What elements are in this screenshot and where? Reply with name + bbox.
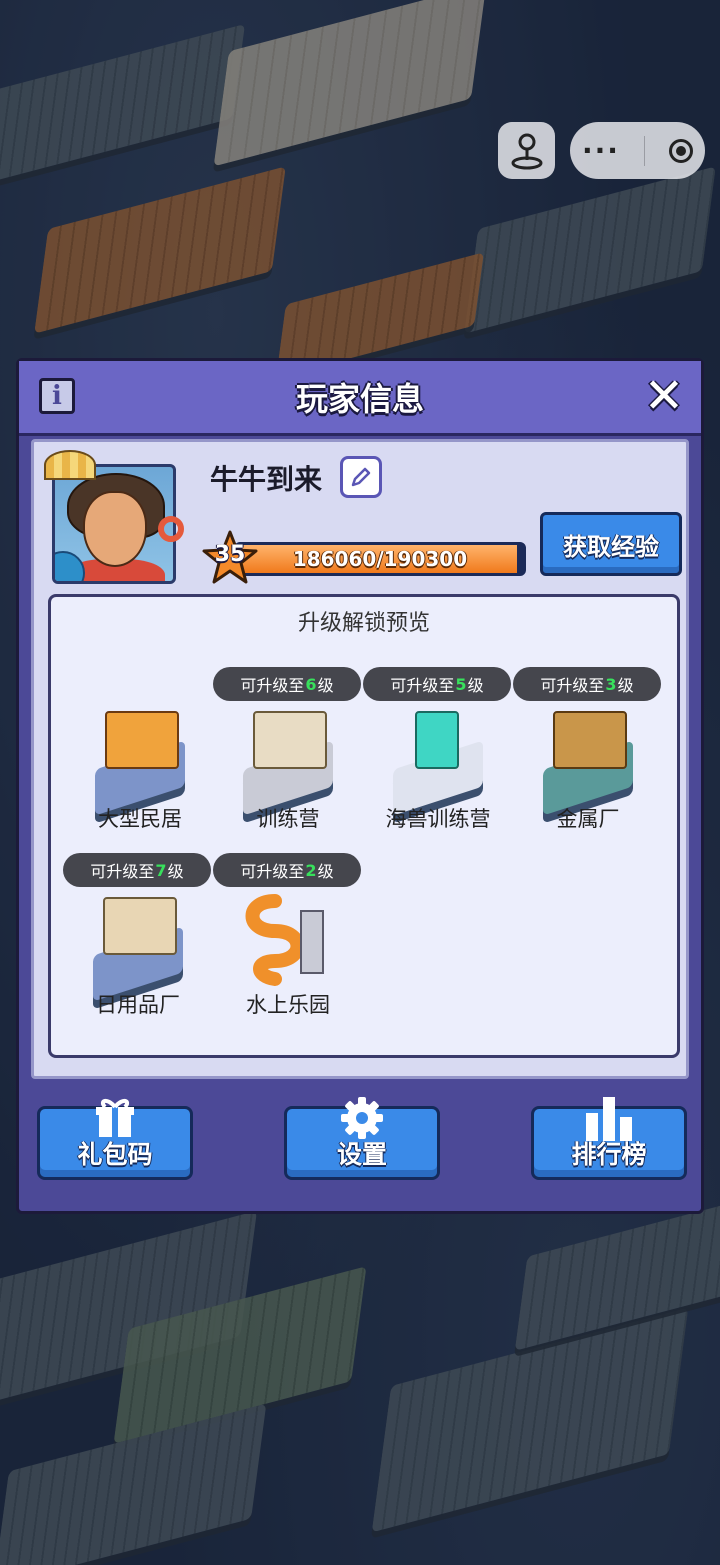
- exp-bar: 186060/190300: [234, 542, 526, 576]
- upgrade-tag: 可升级至 5 级: [363, 667, 511, 701]
- building-item[interactable]: 可升级至 2 级 水上乐园: [213, 853, 363, 1039]
- joystick-icon: [511, 133, 542, 169]
- building-item[interactable]: 大型民居: [65, 667, 215, 853]
- player-info-modal: i 玩家信息 ✕ 牛牛到来 186060/190300 35 获取经验 升级解锁…: [16, 358, 704, 1214]
- capsule-divider: [643, 135, 645, 166]
- get-exp-button[interactable]: 获取经验: [540, 512, 682, 576]
- water-park-icon: [235, 891, 341, 987]
- settings-button[interactable]: 设置: [284, 1097, 440, 1180]
- player-panel: 牛牛到来 186060/190300 35 获取经验 升级解锁预览 大型民居 可…: [31, 439, 689, 1079]
- tag-suffix: 级: [317, 676, 334, 695]
- tag-suffix: 级: [317, 862, 334, 881]
- tag-suffix: 级: [617, 676, 634, 695]
- pencil-icon: [351, 467, 371, 487]
- more-menu-icon[interactable]: ···: [582, 136, 620, 165]
- tag-level: 3: [605, 674, 617, 694]
- life-ring-icon: [158, 516, 184, 542]
- sea-camp-tank: [415, 711, 459, 769]
- tag-level: 7: [155, 860, 167, 880]
- close-button[interactable]: ✕: [641, 372, 687, 420]
- gift-icon: [96, 1099, 134, 1137]
- tag-prefix: 可升级至: [240, 676, 305, 695]
- daily-goods-factory-icon: [85, 891, 191, 1002]
- training-camp-icon: [235, 705, 341, 816]
- avatar-wave: [55, 551, 85, 581]
- upgrade-tag: 可升级至 2 级: [213, 853, 361, 887]
- leaderboard-button[interactable]: 排行榜: [531, 1097, 687, 1180]
- tag-prefix: 可升级至: [90, 862, 155, 881]
- building-item[interactable]: 可升级至 6 级 训练营: [213, 667, 363, 853]
- edit-name-button[interactable]: [340, 456, 382, 498]
- metal-factory-icon: [535, 705, 641, 816]
- house-roof: [105, 711, 179, 769]
- close-program-icon[interactable]: [668, 138, 693, 163]
- building-name: 金属厂: [556, 807, 620, 831]
- settings-label: 设置: [336, 1140, 387, 1169]
- gift-code-label: 礼包码: [77, 1140, 153, 1169]
- building-name: 日用品厂: [96, 993, 180, 1017]
- info-button[interactable]: i: [39, 378, 75, 414]
- joystick-button[interactable]: [498, 122, 555, 179]
- leaderboard-label: 排行榜: [571, 1140, 647, 1169]
- beach-umbrella-icon: [44, 450, 96, 480]
- building-item[interactable]: 可升级至 7 级 日用品厂: [63, 853, 213, 1039]
- building-name: 海兽训练营: [385, 807, 491, 831]
- avatar[interactable]: [44, 450, 184, 588]
- building-name: 水上乐园: [246, 993, 330, 1017]
- tag-prefix: 可升级至: [540, 676, 605, 695]
- modal-title: 玩家信息: [295, 380, 424, 418]
- tag-prefix: 可升级至: [240, 862, 305, 881]
- tag-level: 5: [455, 674, 467, 694]
- upgrade-tag: 可升级至 3 级: [513, 667, 661, 701]
- water-slide-graphic: [245, 894, 324, 986]
- avatar-frame: [52, 464, 176, 584]
- building-name: 大型民居: [98, 807, 182, 831]
- camp-wall: [253, 711, 327, 769]
- exp-text: 186060/190300: [292, 547, 468, 571]
- tag-level: 2: [305, 860, 317, 880]
- building-item[interactable]: 可升级至 5 级 海兽训练营: [363, 667, 513, 853]
- sea-beast-camp-icon: [385, 705, 491, 816]
- building-name: 训练营: [256, 807, 320, 831]
- avatar-face: [83, 491, 147, 567]
- factory-furnace: [553, 711, 627, 769]
- modal-header: i 玩家信息 ✕: [19, 361, 701, 436]
- tag-prefix: 可升级至: [390, 676, 455, 695]
- player-level: 35: [214, 542, 246, 567]
- upgrade-tag: 可升级至 6 级: [213, 667, 361, 701]
- tag-level: 6: [305, 674, 317, 694]
- mini-program-capsule: ···: [570, 122, 705, 179]
- upgrade-tag: 可升级至 7 级: [63, 853, 211, 887]
- tag-suffix: 级: [167, 862, 184, 881]
- player-name: 牛牛到来: [210, 463, 323, 496]
- gift-code-button[interactable]: 礼包码: [37, 1099, 193, 1180]
- tag-suffix: 级: [467, 676, 484, 695]
- building-item[interactable]: 可升级至 3 级 金属厂: [513, 667, 663, 853]
- preview-title: 升级解锁预览: [297, 611, 430, 636]
- goods-building: [103, 897, 177, 955]
- upgrade-preview: 升级解锁预览 大型民居 可升级至 6 级 训练营 可升级至 5 级 海兽训练营 …: [48, 594, 680, 1058]
- house-icon: [87, 705, 193, 816]
